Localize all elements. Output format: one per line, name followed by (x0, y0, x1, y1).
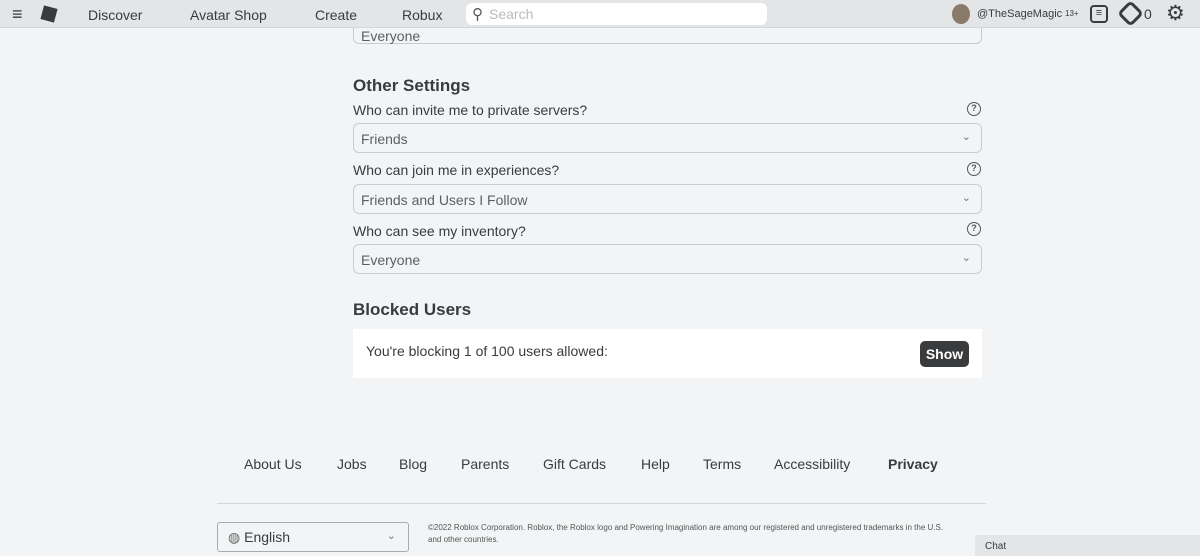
nav-discover[interactable]: Discover (88, 7, 142, 23)
question-label: Who can invite me to private servers? (353, 102, 588, 118)
footer-link-terms[interactable]: Terms (703, 456, 741, 472)
avatar[interactable] (952, 4, 970, 24)
question-label: Who can see my inventory? (353, 223, 526, 239)
chevron-down-icon: ⌄ (961, 131, 971, 143)
chat-button[interactable]: Chat (975, 535, 1200, 556)
footer-link-jobs[interactable]: Jobs (337, 456, 367, 472)
menu-icon[interactable]: ≡ (12, 4, 23, 25)
blocked-users-panel: You're blocking 1 of 100 users allowed: … (353, 329, 982, 378)
chevron-down-icon: ⌄ (961, 192, 971, 204)
help-icon[interactable]: ? (967, 162, 981, 176)
age-badge: 13+ (1065, 9, 1079, 18)
globe-icon: ◍ (228, 529, 241, 545)
other-settings-title: Other Settings (353, 76, 471, 95)
footer-link-gift-cards[interactable]: Gift Cards (543, 456, 606, 472)
private-server-invite-select[interactable]: Friends ⌄ (353, 123, 982, 153)
show-button[interactable]: Show (920, 341, 969, 367)
search-icon: ⚲ (472, 6, 483, 23)
nav-robux[interactable]: Robux (402, 7, 442, 23)
language-select[interactable]: ◍ English ⌄ (217, 522, 409, 552)
footer-link-accessibility[interactable]: Accessibility (774, 456, 850, 472)
nav-avatar-shop[interactable]: Avatar Shop (190, 7, 267, 23)
footer-link-blog[interactable]: Blog (399, 456, 427, 472)
copyright-text: ©2022 Roblox Corporation. Roblox, the Ro… (428, 523, 944, 544)
footer-link-help[interactable]: Help (641, 456, 670, 472)
help-icon[interactable]: ? (967, 102, 981, 116)
footer-divider (217, 503, 986, 504)
help-icon[interactable]: ? (967, 222, 981, 236)
nav-create[interactable]: Create (315, 7, 357, 23)
inventory-visibility-select[interactable]: Everyone ⌄ (353, 244, 982, 274)
top-nav-bar: ≡ Discover Avatar Shop Create Robux ⚲ Sea… (0, 0, 1200, 28)
robux-icon[interactable] (1117, 0, 1144, 27)
search-input[interactable]: ⚲ Search (466, 3, 767, 25)
footer-link-parents[interactable]: Parents (461, 456, 509, 472)
roblox-logo[interactable] (40, 5, 58, 23)
join-experiences-select[interactable]: Friends and Users I Follow ⌄ (353, 184, 982, 214)
question-label: Who can join me in experiences? (353, 162, 560, 178)
username[interactable]: @TheSageMagic (977, 8, 1062, 20)
robux-count: 0 (1144, 6, 1152, 22)
blocked-count-text: You're blocking 1 of 100 users allowed: (366, 343, 608, 359)
footer-link-about-us[interactable]: About Us (244, 456, 302, 472)
notifications-icon[interactable]: ≡ (1090, 5, 1108, 23)
chevron-down-icon: ⌄ (961, 252, 971, 264)
footer-link-privacy[interactable]: Privacy (888, 456, 938, 472)
settings-gear-icon[interactable]: ⚙ (1166, 1, 1185, 26)
blocked-users-title: Blocked Users (353, 300, 472, 319)
chevron-down-icon: ⌄ (386, 530, 396, 542)
